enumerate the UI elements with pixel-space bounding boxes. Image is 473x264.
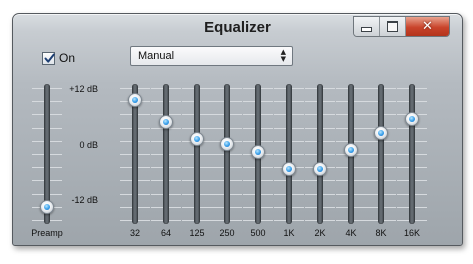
band-8k-track: [378, 84, 384, 224]
band-4k-knob[interactable]: [344, 142, 358, 157]
close-button[interactable]: ✕: [406, 17, 449, 36]
preamp-slider[interactable]: [32, 84, 62, 229]
preset-selected-value: Manual: [138, 50, 175, 62]
band-32-slider[interactable]: [120, 84, 150, 229]
on-label: On: [59, 51, 76, 65]
maximize-button[interactable]: [380, 17, 406, 36]
close-icon: ✕: [422, 19, 433, 34]
window-controls: ✕: [353, 16, 450, 37]
band-125-slider[interactable]: [182, 84, 212, 229]
band-500-slider[interactable]: [243, 84, 273, 229]
band-1k-knob[interactable]: [282, 161, 296, 176]
band-64-slider[interactable]: [151, 84, 181, 229]
band-1k-track: [286, 84, 292, 224]
maximize-icon: [387, 18, 400, 32]
preset-dropdown[interactable]: Manual ▲ ▼: [130, 46, 293, 66]
equalizer-window: Equalizer ✕ On Manual ▲ ▼ +12 dB 0 dB -12…: [12, 13, 463, 246]
preamp-knob[interactable]: [40, 200, 54, 215]
band-32-knob[interactable]: [128, 93, 142, 107]
minimize-button[interactable]: [354, 17, 380, 36]
band-8k-slider[interactable]: [366, 84, 396, 229]
band-125-track: [194, 84, 200, 224]
band-16k-track: [409, 84, 415, 224]
band-64-track: [163, 84, 169, 224]
band-250-slider[interactable]: [212, 84, 242, 229]
band-250-knob[interactable]: [220, 137, 234, 151]
band-2k-track: [317, 84, 323, 224]
band-64-knob[interactable]: [159, 115, 173, 129]
checkmark-icon: [44, 53, 55, 63]
band-125-knob[interactable]: [190, 131, 204, 146]
scale-label-middle: 0 dB: [79, 140, 98, 150]
scale-label-bottom: -12 dB: [71, 195, 98, 205]
band-8k-knob[interactable]: [374, 126, 388, 140]
band-500-knob[interactable]: [251, 145, 265, 160]
band-16k-knob[interactable]: [405, 112, 419, 127]
band-250-track: [224, 84, 230, 224]
minimize-icon: [361, 27, 372, 32]
on-checkbox[interactable]: [42, 52, 55, 65]
scale-label-top: +12 dB: [69, 84, 98, 94]
band-16k-slider[interactable]: [397, 84, 427, 229]
band-2k-slider[interactable]: [305, 84, 335, 229]
preamp-label: Preamp: [31, 228, 63, 238]
band-1k-slider[interactable]: [274, 84, 304, 229]
band-16k-label: 16K: [403, 228, 420, 238]
band-2k-knob[interactable]: [313, 161, 327, 176]
dropdown-arrows-icon: ▲ ▼: [280, 48, 286, 63]
band-4k-slider[interactable]: [336, 84, 366, 229]
